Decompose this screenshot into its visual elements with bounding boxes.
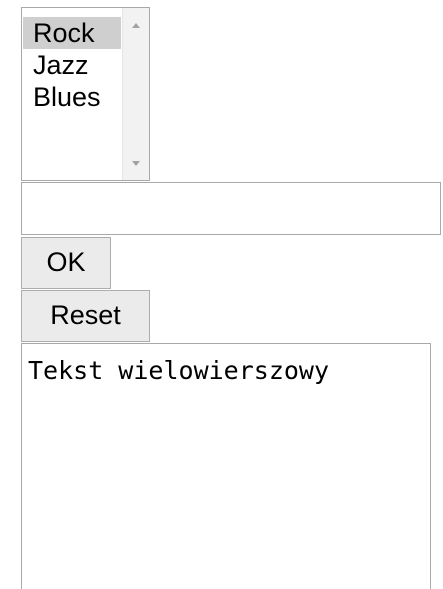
reset-button[interactable]: Reset: [21, 290, 150, 342]
textarea-content: Tekst wielowierszowy: [28, 356, 330, 385]
multiline-textarea[interactable]: Tekst wielowierszowy: [21, 343, 431, 589]
listbox-option-rock[interactable]: Rock: [23, 17, 121, 49]
listbox-option-jazz[interactable]: Jazz: [23, 49, 121, 81]
genre-listbox[interactable]: Rock Jazz Blues: [21, 7, 150, 181]
listbox-scrollbar[interactable]: [122, 8, 149, 180]
listbox-options: Rock Jazz Blues: [23, 17, 121, 113]
listbox-option-blues[interactable]: Blues: [23, 81, 121, 113]
ok-button[interactable]: OK: [21, 237, 111, 289]
chevron-up-icon[interactable]: [132, 23, 140, 28]
chevron-down-icon[interactable]: [132, 161, 140, 166]
form-page: Rock Jazz Blues OK Reset Tekst wielowier…: [0, 0, 443, 589]
text-input[interactable]: [21, 182, 441, 235]
